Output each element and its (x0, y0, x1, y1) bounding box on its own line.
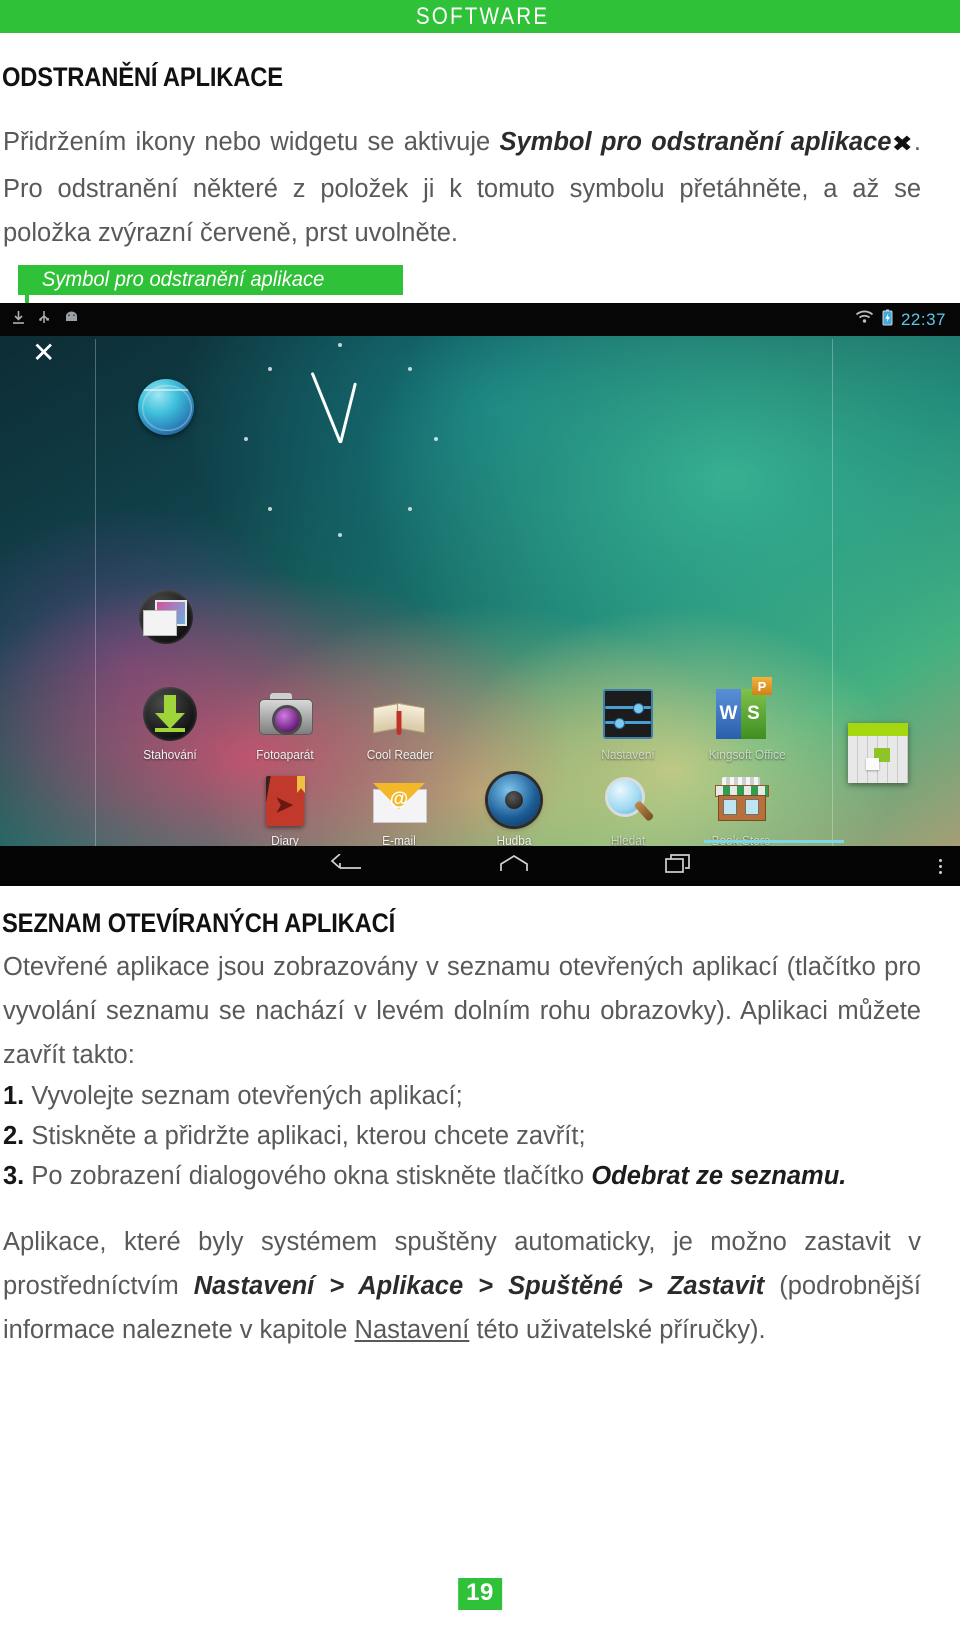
status-bar-right-icons: 22:37 (855, 309, 946, 331)
section-heading-removal: ODSTRANĚNÍ APLIKACE (2, 62, 283, 92)
app-label: Nastavení (601, 748, 655, 762)
nav-buttons-group (330, 852, 694, 880)
selected-app-underline (704, 840, 844, 843)
android-status-bar: 22:37 (0, 303, 960, 336)
diary-icon: ➤ (256, 771, 314, 829)
status-bar-clock: 22:37 (900, 309, 946, 329)
settings-path-segment-3: Spuštěné (508, 1272, 623, 1300)
open-book-icon (370, 685, 428, 743)
recent-apps-button-icon[interactable] (664, 853, 694, 880)
intro-emphasis-symbol-name: Symbol pro odstranění aplikace (499, 128, 892, 156)
analog-clock-widget[interactable] (240, 341, 440, 541)
kingsoft-office-icon: W S P (712, 677, 772, 743)
home-button-icon[interactable] (499, 854, 529, 879)
settings-path-segment-4: Zastavit (667, 1272, 765, 1300)
magnifier-icon (599, 771, 657, 829)
step-text: Po zobrazení dialogového okna stiskněte … (31, 1162, 592, 1190)
outro-text-part3: této uživatelské příručky). (469, 1316, 766, 1344)
app-label: Cool Reader (366, 748, 434, 762)
download-status-icon (12, 310, 25, 330)
list-item: 2. Stiskněte a přidržte aplikaci, kterou… (3, 1116, 933, 1156)
app-icon-stahovani[interactable]: Stahování (136, 685, 204, 762)
intro-text-part1: Přidržením ikony nebo widgetu se aktivuj… (3, 128, 500, 156)
app-label: Kingsoft Office (708, 748, 786, 762)
settings-sliders-icon (599, 685, 657, 743)
callout-label-box: Symbol pro odstranění aplikace (18, 265, 403, 295)
homescreen-divider-left (95, 339, 96, 848)
back-button-icon[interactable] (330, 852, 364, 879)
wifi-status-icon (855, 310, 874, 329)
page-header-bar: SOFTWARE (0, 0, 960, 33)
settings-path-separator-3: > (622, 1272, 668, 1300)
tablet-screenshot: 22:37 ✕ Stahování Fotoaparát Cool Reader… (0, 303, 960, 886)
app-icon-nastaveni[interactable]: Nastavení (594, 685, 662, 762)
step-emphasis-button-name: Odebrat ze seznamu. (591, 1162, 847, 1190)
app-icon-book-store[interactable]: Book Store (707, 771, 775, 848)
remove-target-x-icon[interactable]: ✕ (32, 339, 55, 367)
app-icon-hledat[interactable]: Hledat (594, 771, 662, 848)
app-icon-email[interactable]: @ E-mail (365, 771, 433, 848)
app-label: Stahování (143, 748, 197, 762)
paragraph-outro: Aplikace, které byly systémem spuštěny a… (3, 1220, 921, 1352)
overflow-menu-icon[interactable] (939, 858, 942, 874)
remove-x-icon: ✖ (892, 132, 914, 157)
list-item: 1. Vyvolejte seznam otevřených aplikací; (3, 1076, 933, 1116)
callout-label-text: Symbol pro odstranění aplikace (41, 268, 325, 291)
paragraph-intro: Přidržením ikony nebo widgetu se aktivuj… (3, 120, 921, 255)
speaker-icon (485, 771, 543, 829)
usb-status-icon (38, 310, 50, 330)
android-robot-status-icon (63, 311, 80, 329)
gallery-app-icon[interactable] (132, 588, 200, 646)
homescreen-divider-right (832, 339, 833, 848)
spreadsheet-widget[interactable] (848, 723, 908, 783)
settings-path-separator-2: > (463, 1272, 509, 1300)
settings-path-separator-1: > (314, 1272, 359, 1300)
at-sign-glyph: @ (389, 789, 409, 810)
photos-icon (137, 588, 195, 646)
step-number: 3. (3, 1162, 25, 1190)
globe-icon (137, 378, 195, 436)
step-number: 2. (3, 1122, 25, 1150)
storefront-icon (712, 771, 770, 829)
app-icon-hudba[interactable]: Hudba (480, 771, 548, 848)
settings-path-segment-2: Aplikace (358, 1272, 464, 1300)
download-icon (141, 685, 199, 743)
widget-header-band (848, 723, 908, 736)
app-label: Fotoaparát (256, 748, 314, 762)
app-icon-fotoaparat[interactable]: Fotoaparát (251, 685, 319, 762)
section-heading-open-apps: SEZNAM OTEVÍRANÝCH APLIKACÍ (2, 908, 396, 938)
app-icon-kingsoft-office[interactable]: W S P Kingsoft Office (707, 677, 786, 762)
diary-arrow-glyph: ➤ (275, 792, 294, 817)
paragraph-open-apps-intro: Otevřené aplikace jsou zobrazovány v sez… (3, 953, 921, 1069)
battery-status-icon (882, 309, 893, 331)
widget-grid (848, 736, 908, 783)
camera-icon (256, 685, 314, 743)
page-number-badge: 19 (458, 1578, 502, 1610)
status-bar-left-icons (12, 310, 80, 330)
list-item: 3. Po zobrazení dialogového okna stiskně… (3, 1156, 933, 1196)
kingsoft-writer-letter: W (716, 689, 741, 739)
kingsoft-presentation-letter: P (752, 677, 772, 695)
step-text: Stiskněte a přidržte aplikaci, kterou ch… (31, 1122, 586, 1150)
app-icon-diary[interactable]: ➤ Diary (251, 771, 319, 848)
settings-path-segment-1: Nastavení (193, 1272, 315, 1300)
step-text: Vyvolejte seznam otevřených aplikací; (31, 1082, 463, 1110)
step-number: 1. (3, 1082, 25, 1110)
android-navigation-bar (0, 846, 960, 886)
steps-list: 1. Vyvolejte seznam otevřených aplikací;… (3, 1076, 933, 1196)
envelope-icon: @ (370, 771, 428, 829)
header-title: SOFTWARE (416, 2, 550, 30)
browser-app-icon[interactable] (132, 378, 200, 436)
app-icon-cool-reader[interactable]: Cool Reader (365, 685, 433, 762)
chapter-reference-link[interactable]: Nastavení (355, 1316, 470, 1344)
kingsoft-spreadsheet-letter: S (741, 689, 766, 739)
